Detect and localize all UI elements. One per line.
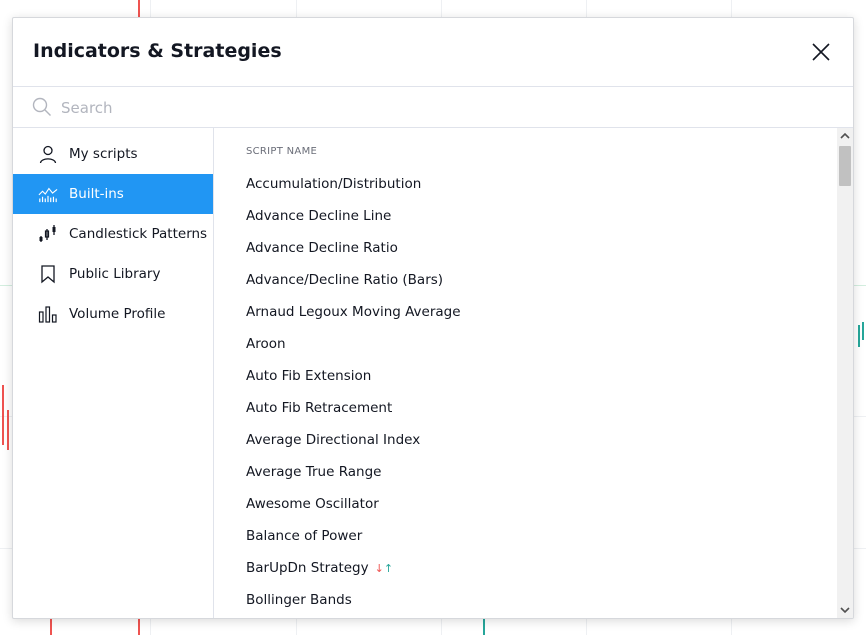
script-item[interactable]: Advance Decline Line [246, 200, 823, 232]
script-name: Auto Fib Extension [246, 368, 372, 384]
script-name: BarUpDn Strategy [246, 560, 369, 576]
script-name: Auto Fib Retracement [246, 400, 393, 416]
chart-bars-icon [38, 184, 58, 204]
chevron-up-icon [840, 132, 850, 139]
sidebar-item-label: Volume Profile [69, 306, 166, 322]
script-name: Advance Decline Ratio [246, 240, 398, 256]
strategy-up-arrow: ↑ [383, 562, 394, 575]
sidebar-item-candlestick-patterns[interactable]: Candlestick Patterns [13, 214, 213, 254]
search-input[interactable] [59, 93, 763, 123]
sidebar-item-label: Built-ins [69, 186, 124, 202]
script-item[interactable]: Accumulation/Distribution [246, 168, 823, 200]
chevron-down-icon [840, 607, 850, 614]
search-icon [32, 97, 51, 116]
column-header-script-name: SCRIPT NAME [246, 146, 318, 157]
scrollbar[interactable] [837, 128, 853, 618]
scroll-down-button[interactable] [837, 602, 853, 618]
sidebar-item-label: Candlestick Patterns [69, 226, 208, 242]
scroll-up-button[interactable] [837, 128, 853, 144]
script-name: Accumulation/Distribution [246, 176, 422, 192]
script-name: Arnaud Legoux Moving Average [246, 304, 461, 320]
user-icon [38, 144, 58, 164]
script-name: Average True Range [246, 464, 382, 480]
script-item[interactable]: Average Directional Index [246, 424, 823, 456]
sidebar-item-label: Public Library [69, 266, 161, 282]
sidebar-item-label: My scripts [69, 146, 138, 162]
strategy-down-arrow: ↓ [374, 562, 384, 575]
sidebar: My scripts Built-ins Candlestick Pattern… [13, 128, 214, 618]
script-name: Aroon [246, 336, 286, 352]
sidebar-item-volume-profile[interactable]: Volume Profile [13, 294, 213, 334]
strategy-icon: ↓↑ [375, 562, 393, 575]
indicators-dialog: Indicators & Strategies My scripts [12, 17, 854, 619]
script-item[interactable]: Balance of Power [246, 520, 823, 552]
search-bar [13, 87, 853, 128]
sidebar-item-my-scripts[interactable]: My scripts [13, 134, 213, 174]
script-name: Advance Decline Line [246, 208, 392, 224]
script-item[interactable]: Average True Range [246, 456, 823, 488]
script-item[interactable]: Awesome Oscillator [246, 488, 823, 520]
volume-profile-icon [38, 304, 58, 324]
script-item[interactable]: Arnaud Legoux Moving Average [246, 296, 823, 328]
script-name: Bollinger Bands [246, 592, 352, 608]
candlestick-icon [38, 224, 58, 244]
script-list-panel: SCRIPT NAME Accumulation/Distribution Ad… [214, 128, 853, 618]
scroll-thumb[interactable] [839, 146, 851, 186]
script-item[interactable]: Aroon [246, 328, 823, 360]
close-icon [812, 43, 830, 61]
bookmark-icon [38, 264, 58, 284]
script-name: Average Directional Index [246, 432, 421, 448]
script-item[interactable]: Auto Fib Extension [246, 360, 823, 392]
script-name: Advance/Decline Ratio (Bars) [246, 272, 444, 288]
close-button[interactable] [811, 42, 831, 62]
script-item[interactable]: Advance/Decline Ratio (Bars) [246, 264, 823, 296]
script-name: Awesome Oscillator [246, 496, 379, 512]
script-item[interactable]: Advance Decline Ratio [246, 232, 823, 264]
dialog-title: Indicators & Strategies [33, 40, 282, 62]
dialog-header: Indicators & Strategies [13, 18, 853, 87]
sidebar-item-public-library[interactable]: Public Library [13, 254, 213, 294]
script-item[interactable]: Auto Fib Retracement [246, 392, 823, 424]
script-name: Balance of Power [246, 528, 363, 544]
sidebar-item-built-ins[interactable]: Built-ins [13, 174, 213, 214]
script-item[interactable]: BarUpDn Strategy ↓↑ [246, 552, 823, 584]
script-list: Accumulation/Distribution Advance Declin… [246, 168, 823, 616]
script-item[interactable]: Bollinger Bands [246, 584, 823, 616]
